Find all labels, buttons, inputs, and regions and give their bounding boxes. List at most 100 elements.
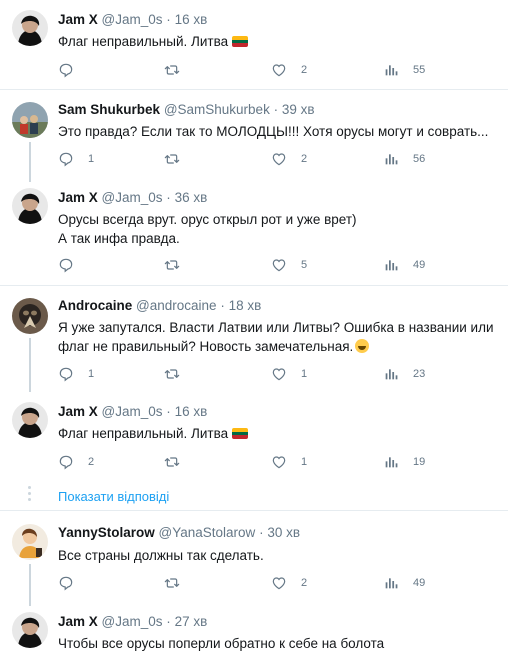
lithuania-flag-icon	[232, 428, 249, 439]
like-icon	[271, 366, 287, 382]
tweet-header: Jam X @Jam_0s · 27 хв	[58, 614, 207, 629]
timestamp[interactable]: 36 хв	[175, 190, 208, 205]
timestamp[interactable]: 30 хв	[267, 525, 300, 540]
tweet-text: Все страны должны так сделать.	[58, 546, 498, 565]
handle[interactable]: @SamShukurbek	[164, 102, 270, 117]
like-icon	[271, 575, 287, 591]
timestamp[interactable]: 18 хв	[229, 298, 262, 313]
retweet-button[interactable]	[164, 61, 180, 79]
views-button[interactable]: 56	[383, 150, 425, 168]
like-button[interactable]: 2	[271, 574, 307, 592]
reply-button[interactable]	[58, 256, 88, 274]
like-button[interactable]: 1	[271, 453, 307, 471]
separator: ·	[166, 614, 171, 629]
show-replies-row[interactable]: Показати відповіді	[0, 483, 508, 511]
like-count: 5	[301, 259, 308, 271]
tweet-text: Я уже запутался. Власти Латвии или Литвы…	[58, 318, 498, 356]
views-count: 23	[413, 368, 426, 380]
thread-dots	[28, 486, 31, 504]
views-count: 49	[413, 577, 426, 589]
handle[interactable]: @androcaine	[136, 298, 217, 313]
retweet-button[interactable]	[164, 453, 180, 471]
tweet-line: Орусы всегда врут. орус открыл рот и уже…	[58, 212, 357, 227]
tweet[interactable]: Jam X @Jam_0s · 16 хв Флаг неправильный.…	[0, 0, 508, 90]
timestamp[interactable]: 27 хв	[175, 614, 208, 629]
like-button[interactable]: 1	[271, 365, 307, 383]
separator: ·	[166, 404, 171, 419]
like-button[interactable]: 2	[271, 150, 307, 168]
views-button[interactable]: 19	[383, 453, 425, 471]
display-name[interactable]: Androcaine	[58, 298, 132, 313]
display-name[interactable]: Jam X	[58, 190, 98, 205]
tweet-header: YannyStolarow @YanaStolarow · 30 хв	[58, 525, 300, 540]
retweet-icon	[164, 257, 180, 273]
separator: ·	[273, 102, 279, 117]
display-name[interactable]: Jam X	[58, 614, 98, 629]
avatar[interactable]	[12, 188, 48, 224]
tweet-line: Я уже запутался. Власти Латвии или Литвы…	[58, 320, 494, 335]
reply-button[interactable]	[58, 61, 88, 79]
reply-count: 2	[88, 456, 95, 468]
avatar[interactable]	[12, 298, 48, 334]
timestamp[interactable]: 16 хв	[175, 404, 208, 419]
reply-button[interactable]: 1	[58, 365, 94, 383]
tweet-line: Чтобы все орусы поперли обратно к себе н…	[58, 636, 385, 651]
like-button[interactable]: 2	[271, 61, 307, 79]
handle[interactable]: @Jam_0s	[102, 190, 163, 205]
views-button[interactable]: 55	[383, 61, 425, 79]
tweet-text: Это правда? Если так то МОЛОДЦЫ!!! Хотя …	[58, 122, 498, 141]
tweet-line: Все страны должны так сделать.	[58, 548, 264, 563]
views-button[interactable]: 49	[383, 574, 425, 592]
retweet-button[interactable]	[164, 574, 180, 592]
tweet-header: Androcaine @androcaine · 18 хв	[58, 298, 261, 313]
tweet[interactable]: Jam X @Jam_0s · 27 хв Чтобы все орусы по…	[0, 606, 508, 662]
retweet-button[interactable]	[164, 365, 180, 383]
views-button[interactable]: 49	[383, 256, 425, 274]
views-icon	[383, 257, 399, 273]
display-name[interactable]: YannyStolarow	[58, 525, 155, 540]
tweet-header: Sam Shukurbek @SamShukurbek · 39 хв	[58, 102, 315, 117]
avatar[interactable]	[12, 102, 48, 138]
tweet-header: Jam X @Jam_0s · 16 хв	[58, 404, 207, 419]
tweet-line: флаг не правильный? Новость замечательна…	[58, 339, 354, 354]
timestamp[interactable]: 16 хв	[175, 12, 208, 27]
views-button[interactable]: 23	[383, 365, 425, 383]
views-icon	[383, 62, 399, 78]
tweet[interactable]: YannyStolarow @YanaStolarow · 30 хв Все …	[0, 512, 508, 606]
tweet[interactable]: Sam Shukurbek @SamShukurbek · 39 хв Это …	[0, 90, 508, 182]
reply-button[interactable]: 2	[58, 453, 94, 471]
views-count: 55	[413, 64, 426, 76]
show-replies-link[interactable]: Показати відповіді	[58, 489, 169, 504]
handle[interactable]: @Jam_0s	[102, 404, 163, 419]
tweet[interactable]: Androcaine @androcaine · 18 хв Я уже зап…	[0, 286, 508, 392]
like-icon	[271, 454, 287, 470]
reply-icon	[58, 151, 74, 167]
reply-icon	[58, 366, 74, 382]
reply-button[interactable]	[58, 574, 88, 592]
tweet[interactable]: Jam X @Jam_0s · 16 хв Флаг неправильный.…	[0, 392, 508, 482]
timestamp[interactable]: 39 хв	[282, 102, 315, 117]
retweet-button[interactable]	[164, 256, 180, 274]
separator: ·	[166, 12, 171, 27]
handle[interactable]: @Jam_0s	[102, 614, 163, 629]
avatar[interactable]	[12, 10, 48, 46]
tweet[interactable]: Jam X @Jam_0s · 36 хв Орусы всегда врут.…	[0, 182, 508, 286]
reply-button[interactable]: 1	[58, 150, 94, 168]
avatar[interactable]	[12, 524, 48, 560]
display-name[interactable]: Jam X	[58, 404, 98, 419]
views-icon	[383, 454, 399, 470]
like-count: 1	[301, 456, 308, 468]
like-button[interactable]: 5	[271, 256, 307, 274]
handle[interactable]: @Jam_0s	[102, 12, 163, 27]
tweet-text: Чтобы все орусы поперли обратно к себе н…	[58, 634, 498, 653]
display-name[interactable]: Sam Shukurbek	[58, 102, 160, 117]
retweet-icon	[164, 62, 180, 78]
views-count: 19	[413, 456, 426, 468]
display-name[interactable]: Jam X	[58, 12, 98, 27]
avatar[interactable]	[12, 612, 48, 648]
avatar[interactable]	[12, 402, 48, 438]
handle[interactable]: @YanaStolarow	[159, 525, 256, 540]
retweet-button[interactable]	[164, 150, 180, 168]
views-icon	[383, 151, 399, 167]
like-count: 1	[301, 368, 308, 380]
